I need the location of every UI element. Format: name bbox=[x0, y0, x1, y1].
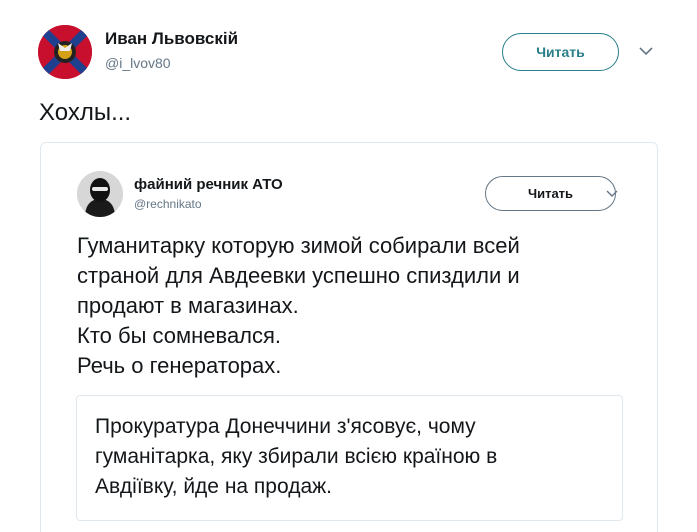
quoted-text-line: страной для Авдеевки успешно спиздили и bbox=[77, 263, 520, 288]
quoted-follow-button[interactable]: Читать bbox=[485, 176, 616, 211]
link-preview-title: Прокуратура Донеччини з'ясовує, чому гум… bbox=[95, 412, 605, 502]
tweet: Иван Львовскій @i_lvov80 Читать Хохлы...… bbox=[0, 0, 697, 532]
link-title-line: Прокуратура Донеччини з'ясовує, чому bbox=[95, 415, 476, 438]
flag-avatar-icon bbox=[38, 25, 92, 79]
quoted-tweet-text: Гуманитарку которую зимой собирали всей … bbox=[77, 231, 637, 381]
chevron-down-icon bbox=[606, 190, 618, 197]
author-handle[interactable]: @i_lvov80 bbox=[105, 54, 171, 72]
link-title-line: гуманітарка, яку збирали всією країною в bbox=[95, 445, 498, 468]
quoted-author-avatar[interactable] bbox=[77, 171, 123, 217]
author-name[interactable]: Иван Львовскій bbox=[105, 28, 238, 50]
quoted-text-line: Гуманитарку которую зимой собирали всей bbox=[77, 233, 520, 258]
quoted-tweet-card[interactable]: файний речник АТО @rechnikato Читать Гум… bbox=[40, 142, 658, 532]
quoted-text-line: продают в магазинах. bbox=[77, 293, 299, 318]
follow-button[interactable]: Читать bbox=[502, 33, 619, 71]
quoted-author-name[interactable]: файний речник АТО bbox=[134, 175, 283, 194]
tweet-menu-button[interactable] bbox=[636, 42, 656, 60]
author-avatar[interactable] bbox=[38, 25, 92, 79]
quoted-tweet-menu-button[interactable] bbox=[604, 186, 620, 202]
link-preview-card[interactable]: Прокуратура Донеччини з'ясовує, чому гум… bbox=[76, 395, 623, 521]
quoted-text-line: Кто бы сомневался. bbox=[77, 323, 282, 348]
quoted-text-line: Речь о генераторах. bbox=[77, 353, 282, 378]
chevron-down-icon bbox=[639, 46, 653, 55]
masked-person-avatar-icon bbox=[77, 171, 123, 217]
quoted-author-handle[interactable]: @rechnikato bbox=[134, 196, 202, 212]
tweet-text: Хохлы... bbox=[39, 99, 132, 126]
link-title-line: Авдіївку, йде на продаж. bbox=[95, 475, 333, 498]
